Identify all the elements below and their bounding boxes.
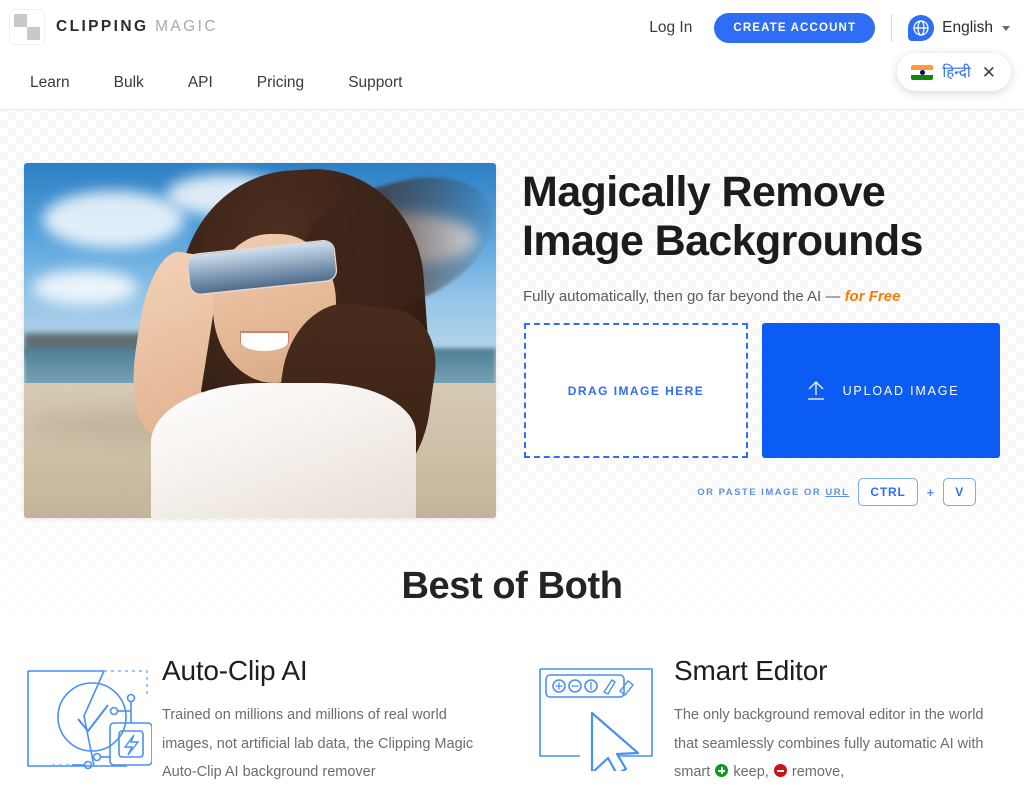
feature-auto-clip-ai-body: Auto-Clip AI Trained on millions and mil… — [162, 655, 512, 787]
brand-wordmark: CLIPPING MAGIC — [56, 18, 218, 36]
feature-text-auto-clip-ai: Trained on millions and millions of real… — [162, 707, 474, 780]
brand-name-light: MAGIC — [155, 18, 218, 35]
brand-name-bold: CLIPPING — [56, 18, 149, 35]
language-suggestion-popup[interactable]: हिन्दी ✕ — [897, 53, 1011, 91]
checkerboard-logo-icon — [10, 10, 44, 44]
upload-image-button[interactable]: UPLOAD IMAGE — [762, 323, 1000, 458]
feature-title-auto-clip-ai: Auto-Clip AI — [162, 655, 308, 686]
upload-button-label: UPLOAD IMAGE — [842, 383, 960, 398]
feature-remove-word: remove, — [791, 764, 845, 780]
remove-minus-icon — [773, 764, 787, 777]
paste-hint-prefix: OR PASTE IMAGE OR — [697, 486, 826, 498]
language-suggestion-label[interactable]: हिन्दी — [942, 62, 970, 82]
feature-auto-clip-ai: Auto-Clip AI Trained on millions and mil… — [0, 655, 512, 787]
hero-section: Magically Remove Image Backgrounds Fully… — [0, 110, 1024, 550]
nav-item-learn[interactable]: Learn — [8, 68, 92, 98]
page-title: Magically Remove Image Backgrounds — [522, 168, 1000, 266]
feature-keep-word: keep, — [733, 764, 769, 780]
key-plus-separator: + — [926, 484, 935, 500]
hero-title-line2: Image Backgrounds — [522, 217, 923, 265]
nav-item-api[interactable]: API — [166, 68, 235, 98]
nav-item-pricing[interactable]: Pricing — [235, 68, 326, 98]
paste-hint-text: OR PASTE IMAGE OR URL — [697, 487, 849, 498]
key-ctrl: CTRL — [858, 478, 918, 506]
paste-url-link[interactable]: URL — [825, 487, 849, 498]
auto-clip-ai-icon — [22, 655, 162, 787]
page-root: CLIPPING MAGIC Learn Bulk API Pricing Su… — [0, 0, 1024, 790]
feature-text-smart-editor: The only background removal editor in th… — [674, 701, 996, 787]
hero-subtitle: Fully automatically, then go far beyond … — [523, 288, 900, 305]
hero-sample-photo — [24, 163, 496, 518]
section-title-best-of-both: Best of Both — [401, 565, 623, 607]
site-header: CLIPPING MAGIC Learn Bulk API Pricing Su… — [0, 0, 1024, 110]
header-divider — [891, 14, 893, 42]
globe-icon — [908, 15, 935, 41]
india-flag-icon — [911, 64, 934, 80]
keep-plus-icon — [715, 764, 729, 777]
feature-smart-editor: Smart Editor The only background removal… — [512, 655, 1024, 787]
hero-subtitle-text: Fully automatically, then go far beyond … — [523, 288, 845, 305]
features-row: Auto-Clip AI Trained on millions and mil… — [0, 655, 1024, 787]
create-account-button[interactable]: CREATE ACCOUNT — [714, 13, 876, 43]
hero-title-line1: Magically Remove — [522, 168, 886, 216]
upload-arrow-icon — [803, 378, 829, 404]
login-link[interactable]: Log In — [635, 13, 706, 43]
language-picker[interactable]: English — [908, 15, 1010, 41]
brand-logo-link[interactable]: CLIPPING MAGIC — [10, 10, 218, 44]
dropzone-label: DRAG IMAGE HERE — [567, 383, 705, 398]
key-v: V — [943, 478, 976, 506]
nav-item-support[interactable]: Support — [326, 68, 424, 98]
nav-item-bulk[interactable]: Bulk — [92, 68, 166, 98]
main-navigation: Learn Bulk API Pricing Support — [8, 68, 424, 98]
smart-editor-icon — [534, 655, 674, 787]
feature-smart-editor-body: Smart Editor The only background removal… — [674, 655, 1024, 787]
drag-image-dropzone[interactable]: DRAG IMAGE HERE — [524, 323, 748, 458]
header-actions: Log In CREATE ACCOUNT English — [635, 13, 1010, 43]
close-icon[interactable]: ✕ — [982, 64, 996, 81]
hero-subtitle-highlight: for Free — [844, 288, 901, 305]
language-label: English — [942, 19, 993, 36]
paste-instructions: OR PASTE IMAGE OR URL CTRL + V — [697, 478, 976, 506]
feature-title-smart-editor: Smart Editor — [674, 655, 828, 686]
chevron-down-icon — [1002, 25, 1010, 31]
